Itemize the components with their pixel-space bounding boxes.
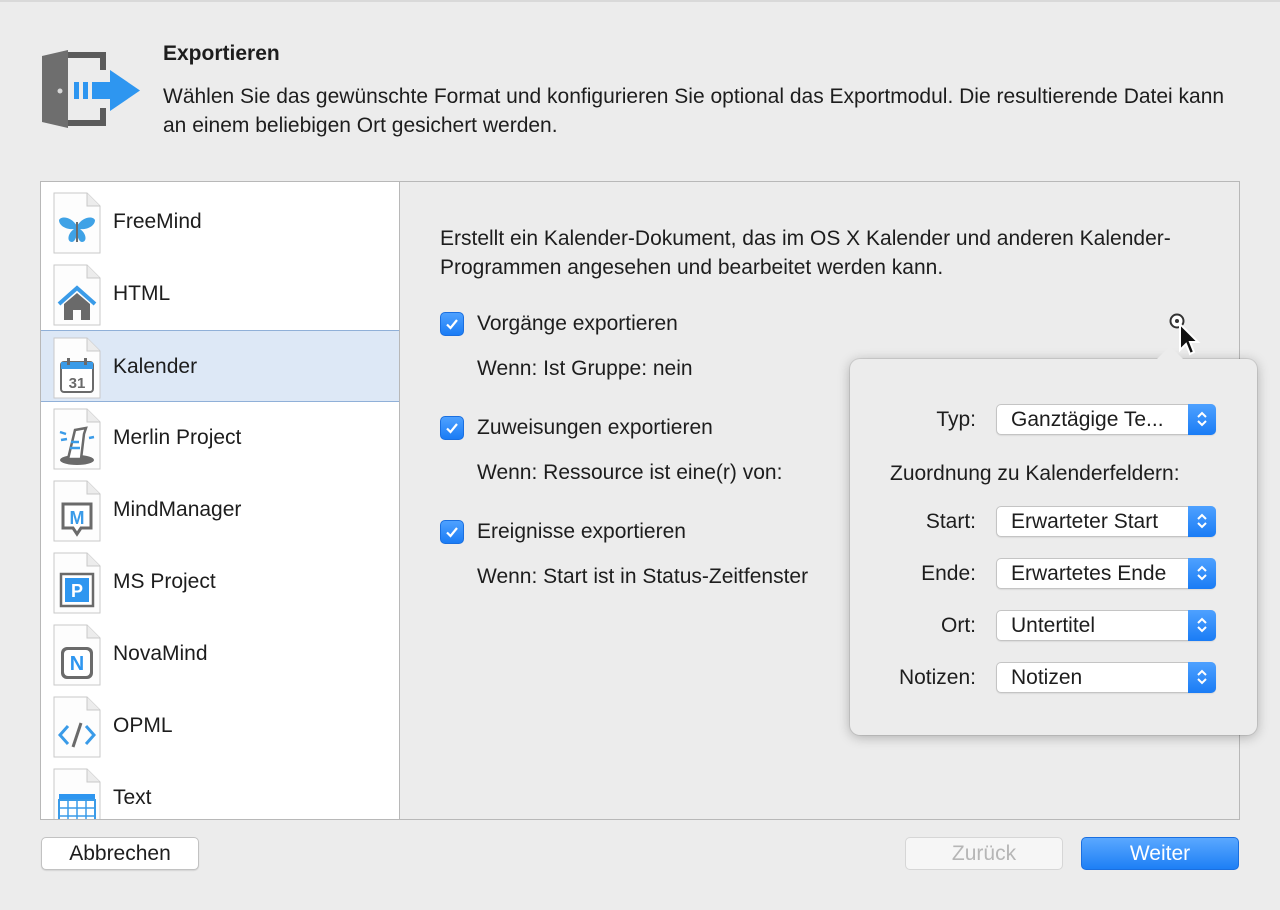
vorgaenge-condition[interactable]: Wenn: Ist Gruppe: nein [477,357,693,381]
svg-text:31: 31 [69,375,86,392]
svg-text:N: N [70,653,84,675]
export-icon [38,48,144,130]
house-icon [53,264,101,326]
format-label: Text [113,786,152,809]
calendar-icon: 31 [53,337,101,399]
mindmanager-icon: M [53,480,101,542]
format-label: Kalender [113,355,198,378]
format-label: MS Project [113,570,216,593]
format-item-novamind[interactable]: N NovaMind [41,618,399,690]
wizard-hat-icon [53,408,101,470]
mapping-heading: Zuordnung zu Kalenderfeldern: [890,462,1180,485]
type-label: Typ: [936,408,976,431]
checkmark-icon [446,319,458,330]
code-icon [53,696,101,758]
svg-text:P: P [71,581,83,601]
format-item-kalender[interactable]: 31 Kalender [41,330,399,402]
calendar-settings-popover: Typ: Ganztägige Te... Zuordnung zu Kalen… [850,346,1257,735]
format-label: Merlin Project [113,426,242,449]
format-item-opml[interactable]: OPML [41,690,399,762]
ort-label: Ort: [941,614,976,637]
cancel-button[interactable]: Abbrechen [41,837,199,870]
vorgaenge-label: Vorgänge exportieren [477,312,678,335]
format-item-mindmanager[interactable]: M MindManager [41,474,399,546]
zuweisungen-condition[interactable]: Wenn: Ressource ist eine(r) von: [477,461,782,485]
format-item-merlin-project[interactable]: Merlin Project [41,402,399,474]
format-label: FreeMind [113,210,202,233]
format-item-text[interactable]: Text [41,762,399,819]
format-label: MindManager [113,498,242,521]
ort-value: Untertitel [1011,614,1096,637]
type-select[interactable]: Ganztägige Te... [996,404,1216,435]
format-description: Erstellt ein Kalender-Dokument, das im O… [440,227,1171,279]
format-item-freemind[interactable]: FreeMind [41,186,399,258]
format-label: NovaMind [113,642,208,665]
mouse-pointer-icon [1166,312,1206,362]
start-label: Start: [925,510,976,533]
format-item-html[interactable]: HTML [41,258,399,330]
checkmark-icon [446,423,458,434]
format-label: OPML [113,714,173,737]
svg-text:M: M [70,508,85,528]
start-select[interactable]: Erwarteter Start [996,506,1216,537]
start-value: Erwarteter Start [1011,510,1159,533]
dialog-description: Wählen Sie das gewünschte Format und kon… [163,85,1225,137]
ereignisse-condition[interactable]: Wenn: Start ist in Status-Zeitfenster [477,565,808,589]
next-button[interactable]: Weiter [1081,837,1239,870]
table-icon [53,768,101,819]
back-button[interactable]: Zurück [905,837,1063,870]
updown-arrows-icon [1188,558,1216,589]
zuweisungen-label: Zuweisungen exportieren [477,416,713,439]
vorgaenge-checkbox[interactable] [440,312,464,336]
butterfly-icon [53,192,101,254]
type-value: Ganztägige Te... [1011,408,1164,431]
updown-arrows-icon [1188,404,1216,435]
title-bar-edge [0,0,1280,2]
updown-arrows-icon [1188,506,1216,537]
ende-label: Ende: [921,562,976,585]
novamind-icon: N [53,624,101,686]
dialog-title: Exportieren [163,42,280,65]
ort-select[interactable]: Untertitel [996,610,1216,641]
checkmark-icon [446,527,458,538]
ms-project-icon: P [53,552,101,614]
ende-value: Erwartetes Ende [1011,562,1167,585]
updown-arrows-icon [1188,610,1216,641]
ende-select[interactable]: Erwartetes Ende [996,558,1216,589]
ereignisse-checkbox[interactable] [440,520,464,544]
updown-arrows-icon [1188,662,1216,693]
notizen-select[interactable]: Notizen [996,662,1216,693]
format-list[interactable]: FreeMind HTML 31 Kalender Merlin Project… [41,182,400,819]
format-item-ms-project[interactable]: P MS Project [41,546,399,618]
zuweisungen-checkbox[interactable] [440,416,464,440]
notizen-value: Notizen [1011,666,1083,689]
notizen-label: Notizen: [898,666,976,689]
ereignisse-label: Ereignisse exportieren [477,520,686,543]
format-label: HTML [113,282,171,305]
